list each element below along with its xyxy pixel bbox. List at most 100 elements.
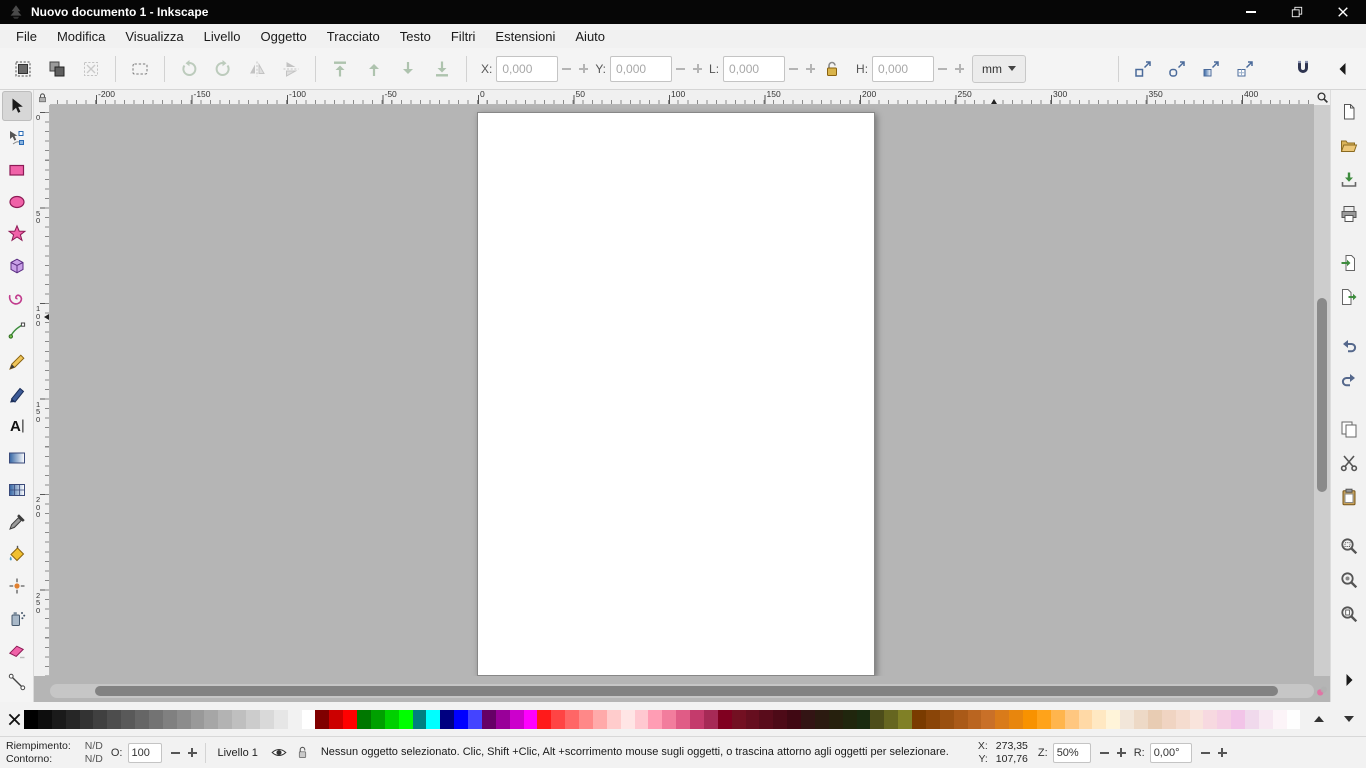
lower-button[interactable] xyxy=(393,54,423,84)
palette-swatch[interactable] xyxy=(357,710,371,729)
palette-swatch[interactable] xyxy=(1106,710,1120,729)
palette-swatch[interactable] xyxy=(191,710,205,729)
paste-button[interactable] xyxy=(1335,483,1363,511)
palette-swatch[interactable] xyxy=(413,710,427,729)
palette-swatch[interactable] xyxy=(746,710,760,729)
menu-item-filtri[interactable]: Filtri xyxy=(441,26,486,47)
palette-swatch[interactable] xyxy=(1023,710,1037,729)
export-button[interactable] xyxy=(1335,283,1363,311)
palette-swatch[interactable] xyxy=(135,710,149,729)
units-dropdown[interactable]: mm xyxy=(972,55,1026,83)
palette-swatch[interactable] xyxy=(968,710,982,729)
menu-item-tracciato[interactable]: Tracciato xyxy=(317,26,390,47)
palette-swatch[interactable] xyxy=(1092,710,1106,729)
width-input[interactable] xyxy=(723,56,785,82)
zoom-page-button[interactable] xyxy=(1335,600,1363,628)
tool-paint-bucket[interactable] xyxy=(2,539,32,569)
tool-ellipse[interactable] xyxy=(2,187,32,217)
palette-swatch[interactable] xyxy=(607,710,621,729)
tool-text[interactable]: A xyxy=(2,411,32,441)
color-management-toggle[interactable] xyxy=(1314,684,1330,698)
palette-swatch[interactable] xyxy=(302,710,316,729)
move-patterns-toggle[interactable] xyxy=(1230,54,1260,84)
palette-swatch[interactable] xyxy=(482,710,496,729)
zoom-selection-button[interactable] xyxy=(1335,532,1363,560)
palette-swatch[interactable] xyxy=(371,710,385,729)
tool-spray[interactable] xyxy=(2,603,32,633)
document-page[interactable] xyxy=(477,112,875,676)
no-color-swatch[interactable] xyxy=(6,710,22,728)
palette-swatch[interactable] xyxy=(399,710,413,729)
palette-swatch[interactable] xyxy=(662,710,676,729)
palette-swatch[interactable] xyxy=(773,710,787,729)
palette-swatch[interactable] xyxy=(1051,710,1065,729)
palette-swatch[interactable] xyxy=(177,710,191,729)
palette-swatch[interactable] xyxy=(510,710,524,729)
scale-stroke-toggle[interactable] xyxy=(1128,54,1158,84)
palette-swatch[interactable] xyxy=(1162,710,1176,729)
zoom-drawing-button[interactable] xyxy=(1335,566,1363,594)
palette-swatch[interactable] xyxy=(24,710,38,729)
cut-button[interactable] xyxy=(1335,449,1363,477)
raise-button[interactable] xyxy=(359,54,389,84)
decrement-icon[interactable] xyxy=(1201,752,1210,754)
menu-item-livello[interactable]: Livello xyxy=(194,26,251,47)
horizontal-scrollbar-thumb[interactable] xyxy=(95,686,1278,696)
move-gradients-toggle[interactable] xyxy=(1196,54,1226,84)
collapse-snapbar-button[interactable] xyxy=(1328,54,1358,84)
horizontal-scrollbar[interactable] xyxy=(50,684,1314,698)
palette-swatch[interactable] xyxy=(246,710,260,729)
palette-swatch[interactable] xyxy=(759,710,773,729)
increment-icon[interactable] xyxy=(693,64,702,73)
palette-swatch[interactable] xyxy=(1134,710,1148,729)
x-input[interactable] xyxy=(496,56,558,82)
palette-swatch[interactable] xyxy=(1120,710,1134,729)
palette-swatch[interactable] xyxy=(343,710,357,729)
height-input[interactable] xyxy=(872,56,934,82)
palette-swatch[interactable] xyxy=(870,710,884,729)
palette-swatch[interactable] xyxy=(93,710,107,729)
guides-lock-toggle[interactable] xyxy=(34,90,50,105)
palette-swatch[interactable] xyxy=(274,710,288,729)
palette-swatch[interactable] xyxy=(38,710,52,729)
menu-item-aiuto[interactable]: Aiuto xyxy=(565,26,615,47)
palette-swatch[interactable] xyxy=(815,710,829,729)
rotation-input[interactable] xyxy=(1150,743,1192,763)
palette-swatch[interactable] xyxy=(704,710,718,729)
palette-swatch[interactable] xyxy=(801,710,815,729)
palette-swatch[interactable] xyxy=(149,710,163,729)
palette-swatch[interactable] xyxy=(898,710,912,729)
tool-selector[interactable] xyxy=(2,91,32,121)
rotate-cw-button[interactable] xyxy=(208,54,238,84)
tool-rectangle[interactable] xyxy=(2,155,32,185)
palette-swatch[interactable] xyxy=(1009,710,1023,729)
palette-swatch[interactable] xyxy=(260,710,274,729)
decrement-icon[interactable] xyxy=(171,752,180,754)
undo-button[interactable] xyxy=(1335,332,1363,360)
menu-item-visualizza[interactable]: Visualizza xyxy=(115,26,193,47)
tool-pen[interactable] xyxy=(2,315,32,345)
increment-icon[interactable] xyxy=(1218,748,1227,757)
palette-swatch[interactable] xyxy=(995,710,1009,729)
increment-icon[interactable] xyxy=(806,64,815,73)
palette-swatch[interactable] xyxy=(635,710,649,729)
tool-eraser[interactable] xyxy=(2,635,32,665)
palette-swatch[interactable] xyxy=(1176,710,1190,729)
palette-swatch[interactable] xyxy=(1231,710,1245,729)
opacity-input[interactable] xyxy=(128,743,162,763)
show-dialogs-button[interactable] xyxy=(1335,666,1363,694)
tool-spiral[interactable] xyxy=(2,283,32,313)
palette-swatch[interactable] xyxy=(843,710,857,729)
vertical-ruler[interactable]: 05 01 0 01 5 02 0 02 5 0 xyxy=(34,105,50,676)
tool-connector[interactable] xyxy=(2,667,32,697)
tool-node-editor[interactable] xyxy=(2,123,32,153)
palette-swatch[interactable] xyxy=(648,710,662,729)
palette-swatch[interactable] xyxy=(981,710,995,729)
decrement-icon[interactable] xyxy=(938,68,947,70)
print-button[interactable] xyxy=(1335,200,1363,228)
menu-item-oggetto[interactable]: Oggetto xyxy=(251,26,317,47)
palette-scroll-up-button[interactable] xyxy=(1308,708,1330,730)
increment-icon[interactable] xyxy=(955,64,964,73)
menu-item-file[interactable]: File xyxy=(6,26,47,47)
palette-swatch[interactable] xyxy=(218,710,232,729)
